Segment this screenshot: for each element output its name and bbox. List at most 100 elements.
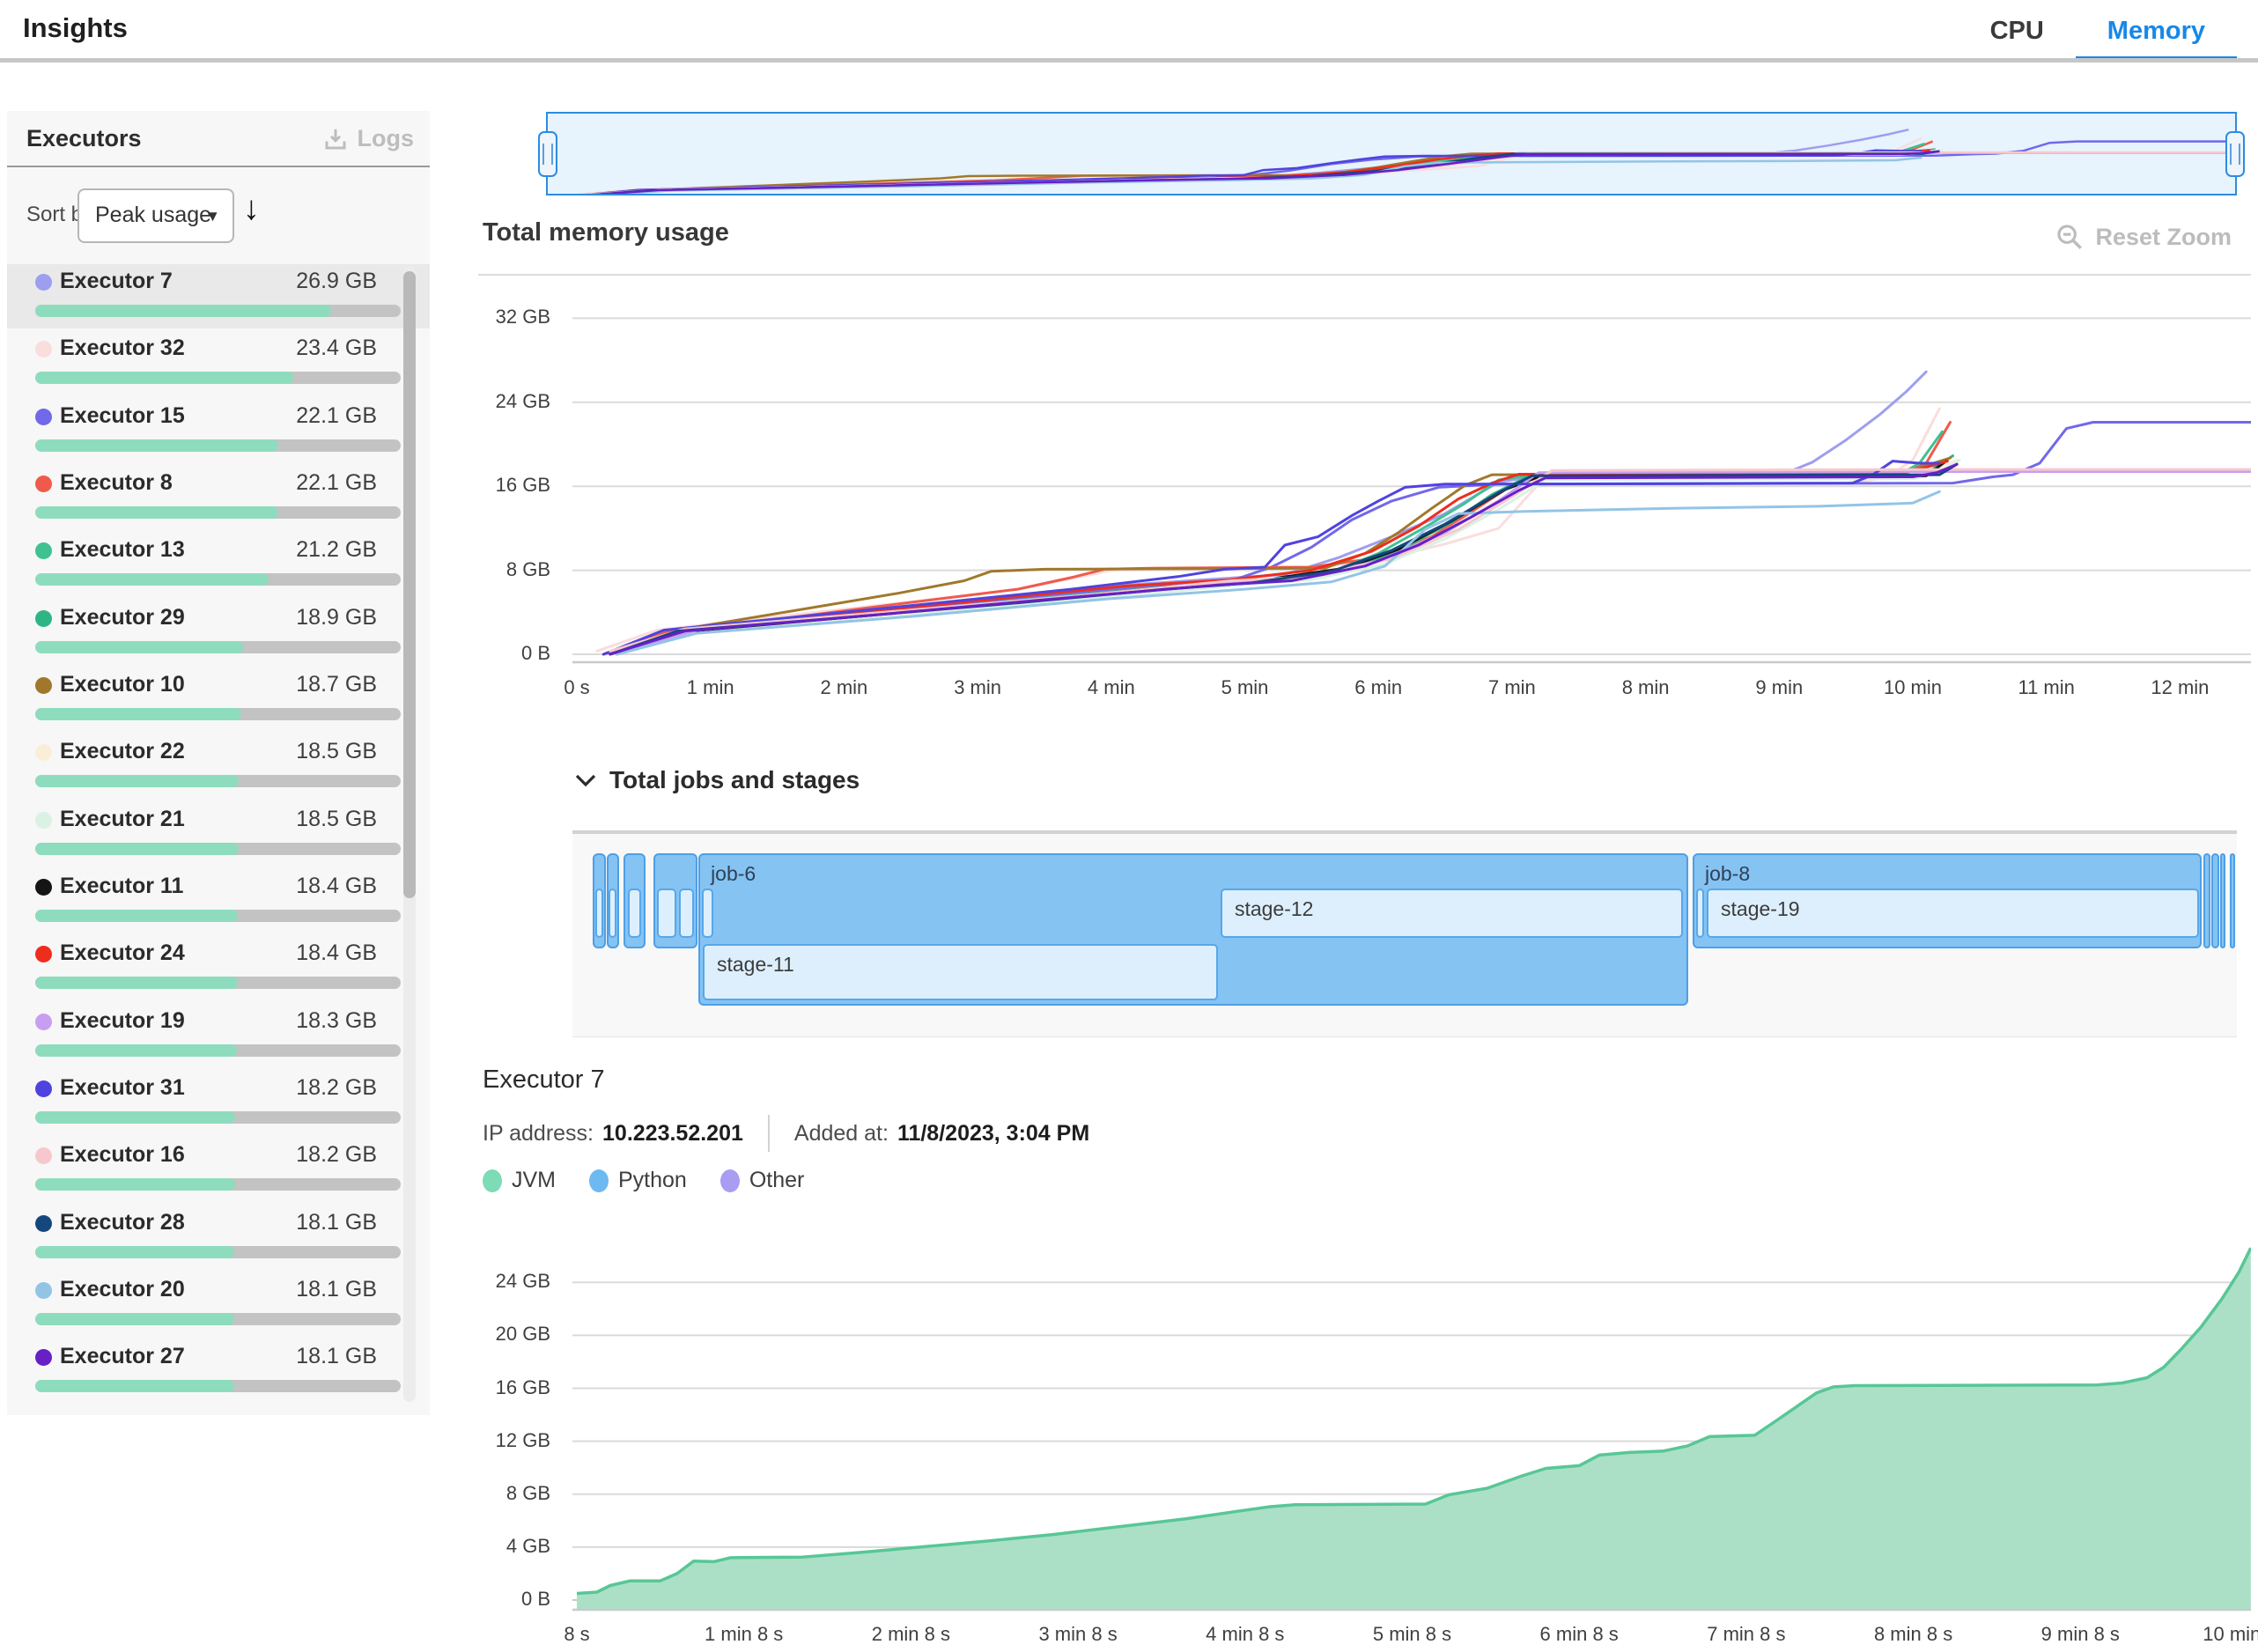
job-bar[interactable] — [2211, 853, 2218, 948]
executor-list-item[interactable]: Executor 726.9 GB — [7, 264, 430, 328]
executor-peak-value: 18.4 GB — [296, 940, 377, 966]
stage-bar[interactable] — [609, 889, 616, 938]
executor-color-dot — [35, 542, 52, 559]
y-tick-label: 0 B — [462, 642, 550, 665]
executors-title: Executors — [26, 125, 142, 152]
logs-button[interactable]: Logs — [322, 125, 415, 152]
executor-list-item[interactable]: Executor 2718.1 GB — [7, 1339, 430, 1404]
executor-usage-bar-fill — [35, 1044, 237, 1057]
executor-list-item[interactable]: Executor 2418.4 GB — [7, 936, 430, 1000]
executor-color-dot — [35, 1080, 52, 1097]
executor-usage-bar — [35, 1380, 401, 1392]
stage-bar[interactable] — [1696, 889, 1704, 938]
executor-usage-bar-fill — [35, 1178, 235, 1191]
stage-bar[interactable] — [657, 889, 676, 938]
stage-bar[interactable] — [595, 889, 603, 938]
job-bar[interactable] — [2203, 853, 2210, 948]
executor-name: Executor 19 — [60, 1008, 185, 1034]
executor-usage-bar — [35, 439, 401, 452]
brush-handle-left[interactable] — [538, 131, 557, 177]
y-tick-label: 8 GB — [462, 558, 550, 581]
executor-list-item[interactable]: Executor 2218.5 GB — [7, 734, 430, 799]
stage-bar-stage-12[interactable]: stage-12 — [1221, 889, 1683, 938]
executor-list-item[interactable]: Executor 8 22.1 GB — [7, 466, 430, 530]
executor-list-item[interactable]: Executor 1321.2 GB — [7, 533, 430, 597]
added-at-value: 11/8/2023, 3:04 PM — [897, 1121, 1089, 1147]
executor-color-dot — [35, 341, 52, 358]
zoom-brush[interactable] — [546, 112, 2237, 195]
executor-usage-bar — [35, 843, 401, 855]
executor-usage-bar-fill — [35, 910, 238, 922]
stage-bar-stage-19[interactable]: stage-19 — [1707, 889, 2199, 938]
executor-list-item[interactable]: Executor 1522.1 GB — [7, 399, 430, 463]
executor-name: Executor 16 — [60, 1142, 185, 1168]
total-memory-usage-chart[interactable] — [572, 269, 2251, 665]
brush-handle-right[interactable] — [2225, 131, 2245, 177]
executor-list-item[interactable]: Executor 1618.2 GB — [7, 1138, 430, 1202]
reset-zoom-button[interactable]: Reset Zoom — [2055, 222, 2232, 252]
executor-list-item[interactable]: Executor 2918.9 GB — [7, 601, 430, 665]
executor-list-item[interactable]: Executor 3118.2 GB — [7, 1071, 430, 1135]
executor-color-dot — [35, 879, 52, 896]
x-tick-label: 4 min 8 s — [1175, 1623, 1316, 1646]
sidebar-divider — [7, 166, 430, 167]
x-tick-label: 2 min 8 s — [840, 1623, 981, 1646]
x-tick-label: 9 min — [1708, 676, 1849, 699]
x-tick-label: 9 min 8 s — [2010, 1623, 2151, 1646]
x-tick-label: 5 min — [1175, 676, 1316, 699]
jobs-section-title: Total jobs and stages — [609, 766, 860, 794]
sort-select-value: Peak usage — [95, 203, 211, 228]
x-tick-label: 3 min — [907, 676, 1048, 699]
executor-list-item[interactable]: Executor 1918.3 GB — [7, 1004, 430, 1068]
chevron-down-icon: ▼ — [205, 208, 220, 225]
executor-memory-area-chart[interactable] — [572, 1233, 2251, 1613]
executor-name: Executor 13 — [60, 537, 185, 563]
executor-list-item[interactable]: Executor 2018.1 GB — [7, 1272, 430, 1337]
tab-memory[interactable]: Memory — [2076, 0, 2237, 63]
legend-item-other[interactable]: Other — [720, 1168, 805, 1193]
executor-usage-bar-fill — [35, 641, 243, 653]
executor-list-item[interactable]: Executor 1118.4 GB — [7, 869, 430, 933]
stage-bar[interactable] — [628, 889, 641, 938]
executor-peak-value: 22.1 GB — [296, 470, 377, 496]
job-bar[interactable] — [2220, 853, 2225, 948]
job-bar[interactable] — [2230, 853, 2235, 948]
sort-select[interactable]: Peak usage ▼ — [77, 188, 234, 243]
executor-name: Executor 21 — [60, 807, 185, 832]
x-tick-label: 3 min 8 s — [1007, 1623, 1148, 1646]
stage-bar-stage-11[interactable]: stage-11 — [703, 944, 1218, 1000]
added-at-label: Added at: — [794, 1121, 889, 1147]
executor-name: Executor 8 — [60, 470, 173, 496]
executor-name: Executor 22 — [60, 739, 185, 764]
executor-list-item[interactable]: Executor 3223.4 GB — [7, 331, 430, 395]
executor-usage-bar — [35, 372, 401, 384]
y-tick-label: 24 GB — [462, 390, 550, 413]
x-tick-label: 1 min 8 s — [674, 1623, 815, 1646]
executor-list-item[interactable]: Executor 1018.7 GB — [7, 667, 430, 732]
x-tick-label: 10 min — [1842, 676, 1983, 699]
x-tick-label: 7 min — [1442, 676, 1583, 699]
x-tick-label: 0 s — [506, 676, 647, 699]
jobs-section-toggle[interactable]: Total jobs and stages — [574, 766, 860, 794]
tab-cpu[interactable]: CPU — [1959, 0, 2076, 63]
executor-list-item[interactable]: Executor 2118.5 GB — [7, 802, 430, 867]
sort-direction-button[interactable]: ↓ — [243, 192, 260, 225]
executor-name: Executor 15 — [60, 403, 185, 429]
executor-color-dot — [35, 409, 52, 425]
executor-usage-bar — [35, 977, 401, 989]
legend-item-jvm[interactable]: JVM — [483, 1168, 556, 1193]
stage-bar[interactable] — [702, 889, 713, 938]
sidebar-scrollbar-thumb[interactable] — [403, 271, 416, 898]
stage-bar[interactable] — [679, 889, 694, 938]
executor-color-dot — [35, 1282, 52, 1299]
executor-usage-bar-fill — [35, 439, 278, 452]
y-tick-label: 0 B — [462, 1588, 550, 1611]
legend-dot — [720, 1169, 740, 1192]
executor-peak-value: 18.4 GB — [296, 874, 377, 899]
executor-color-dot — [35, 1014, 52, 1030]
executor-list-item[interactable]: Executor 2818.1 GB — [7, 1206, 430, 1270]
legend-item-python[interactable]: Python — [589, 1168, 687, 1193]
executor-peak-value: 26.9 GB — [296, 269, 377, 294]
executor-name: Executor 27 — [60, 1344, 185, 1369]
executor-usage-bar — [35, 506, 401, 519]
